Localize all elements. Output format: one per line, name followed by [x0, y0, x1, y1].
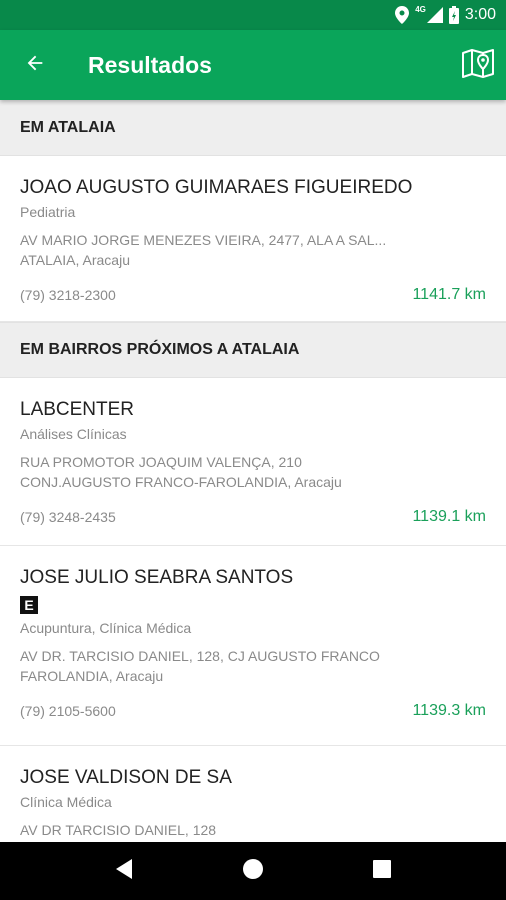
address-line: CONJ.AUGUSTO FRANCO-FAROLANDIA, Aracaju	[20, 474, 342, 490]
network-type-label: 4G	[415, 4, 426, 14]
app-bar: Resultados	[0, 30, 506, 100]
address-line: AV MARIO JORGE MENEZES VIEIRA, 2477, ALA…	[20, 232, 387, 248]
arrow-back-icon	[24, 52, 46, 79]
section-header: EM ATALAIA	[0, 100, 506, 156]
provider-name: LABCENTER	[20, 399, 135, 420]
card-footer: (79) 2105-5600 1139.3 km	[20, 694, 486, 728]
nav-back-icon	[114, 858, 134, 885]
signal-icon: 4G	[415, 4, 443, 23]
back-button[interactable]	[0, 30, 70, 100]
provider-address: AV DR TARCISIO DANIEL, 128	[20, 820, 486, 840]
provider-specialty: Pediatria	[20, 204, 76, 220]
address-line: FAROLANDIA, Aracaju	[20, 668, 164, 684]
map-icon	[461, 47, 495, 84]
provider-specialty: Análises Clínicas	[20, 426, 127, 442]
address-line: AV DR TARCISIO DANIEL, 128	[20, 822, 217, 838]
address-line: RUA PROMOTOR JOAQUIM VALENÇA, 210	[20, 454, 302, 470]
provider-address: AV DR. TARCISIO DANIEL, 128, CJ AUGUSTO …	[20, 646, 486, 686]
battery-icon	[448, 6, 459, 24]
section-header: EM BAIRROS PRÓXIMOS A ATALAIA	[0, 322, 506, 378]
location-icon	[395, 6, 410, 24]
map-view-button[interactable]	[450, 30, 506, 100]
provider-phone[interactable]: (79) 2105-5600	[20, 703, 116, 719]
address-line: AV DR. TARCISIO DANIEL, 128, CJ AUGUSTO …	[20, 648, 380, 664]
provider-name: JOSE VALDISON DE SA	[20, 767, 232, 788]
results-list[interactable]: EM ATALAIA JOAO AUGUSTO GUIMARAES FIGUEI…	[0, 100, 506, 842]
nav-recents-button[interactable]	[352, 842, 412, 900]
list-item[interactable]: JOSE VALDISON DE SA Clínica Médica AV DR…	[0, 746, 506, 840]
system-nav-bar	[0, 842, 506, 900]
nav-home-button[interactable]	[223, 842, 283, 900]
provider-name: JOAO AUGUSTO GUIMARAES FIGUEIREDO	[20, 177, 413, 198]
page-title: Resultados	[88, 51, 212, 78]
status-time: 3:00	[464, 6, 496, 23]
list-item[interactable]: JOSE JULIO SEABRA SANTOS E Acupuntura, C…	[0, 546, 506, 746]
provider-distance: 1139.1 km	[412, 508, 486, 525]
nav-home-icon	[242, 858, 264, 885]
provider-distance: 1139.3 km	[412, 702, 486, 719]
provider-specialty: Clínica Médica	[20, 794, 112, 810]
nav-recents-icon	[372, 859, 391, 883]
card-footer: (79) 3248-2435 1139.1 km	[20, 500, 486, 534]
address-line: ATALAIA, Aracaju	[20, 252, 130, 268]
provider-address: RUA PROMOTOR JOAQUIM VALENÇA, 210 CONJ.A…	[20, 452, 486, 492]
provider-specialty: Acupuntura, Clínica Médica	[20, 620, 192, 636]
provider-distance: 1141.7 km	[412, 286, 486, 303]
list-item[interactable]: JOAO AUGUSTO GUIMARAES FIGUEIREDO Pediat…	[0, 156, 506, 322]
e-badge-icon: E	[20, 596, 38, 614]
card-footer: (79) 3218-2300 1141.7 km	[20, 278, 486, 312]
provider-phone[interactable]: (79) 3248-2435	[20, 509, 116, 525]
list-item[interactable]: LABCENTER Análises Clínicas RUA PROMOTOR…	[0, 378, 506, 546]
nav-back-button[interactable]	[94, 842, 154, 900]
provider-phone[interactable]: (79) 3218-2300	[20, 287, 116, 303]
provider-address: AV MARIO JORGE MENEZES VIEIRA, 2477, ALA…	[20, 230, 486, 270]
provider-name: JOSE JULIO SEABRA SANTOS	[20, 567, 294, 588]
status-bar: 4G 3:00	[0, 0, 506, 30]
